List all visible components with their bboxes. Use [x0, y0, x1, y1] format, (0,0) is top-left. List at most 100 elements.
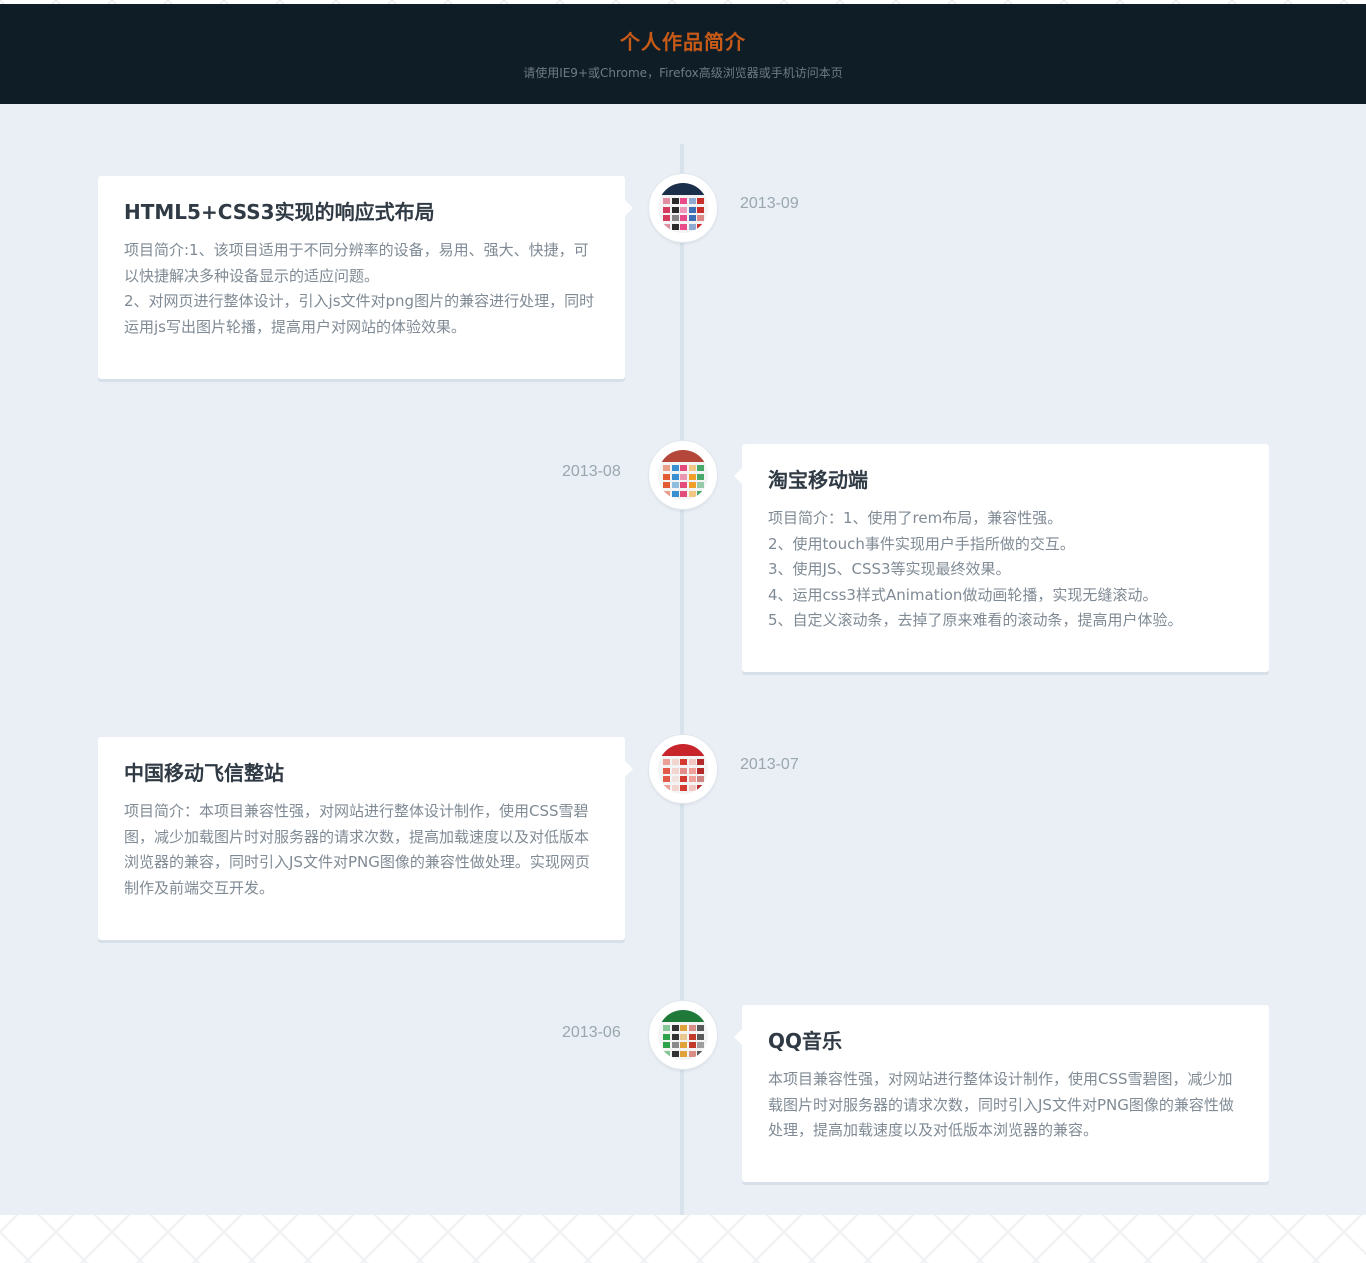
thumbnail-tile — [697, 767, 704, 774]
project-desc-3: 项目简介：本项目兼容性强，对网站进行整体设计制作，使用CSS雪碧图，减少加载图片… — [124, 802, 590, 897]
thumbnail-tile — [671, 776, 679, 782]
thumbnail-tile — [671, 465, 679, 471]
thumbnail-tile — [688, 482, 696, 488]
thumbnail-tile — [663, 473, 670, 480]
thumbnail-tile — [688, 215, 696, 221]
thumbnail-tile — [697, 490, 704, 497]
thumbnail-tile — [688, 1025, 696, 1031]
thumbnail-tile — [671, 206, 679, 213]
thumbnail-tile — [663, 1025, 670, 1031]
page-subtitle: 请使用IE9+或Chrome，Firefox高级浏览器或手机访问本页 — [523, 66, 843, 80]
thumbnail-tile — [671, 1033, 679, 1040]
thumbnail-tile — [671, 215, 679, 221]
thumbnail-banner — [658, 1010, 708, 1022]
project-card-1[interactable]: HTML5+CSS3实现的响应式布局 项目简介:1、该项目适用于不同分辨率的设备… — [98, 176, 633, 379]
thumbnail-tile — [671, 784, 679, 791]
project-image-3 — [658, 744, 708, 794]
thumbnail-tile — [663, 767, 670, 774]
thumbnail-tile — [663, 1033, 670, 1040]
project-card-3[interactable]: 中国移动飞信整站 项目简介：本项目兼容性强，对网站进行整体设计制作，使用CSS雪… — [98, 737, 633, 940]
project-date-3: 2013-07 — [740, 756, 799, 773]
project-image-2 — [658, 450, 708, 500]
thumbnail-tile — [663, 482, 670, 488]
thumbnail-tile — [680, 490, 687, 497]
thumbnail-tile — [663, 198, 670, 204]
project-desc-2-line-4: 4、运用css3样式Animation做动画轮播，实现无缝滚动。 — [768, 585, 1158, 604]
project-thumbnail-2[interactable] — [649, 441, 717, 509]
thumbnail-tile — [680, 1033, 687, 1040]
thumbnail-tile — [688, 206, 696, 213]
thumbnail-tile — [680, 1042, 687, 1048]
page-title: 个人作品简介 — [620, 30, 746, 54]
project-thumbnail-4[interactable] — [649, 1001, 717, 1069]
thumbnail-tile — [697, 776, 704, 782]
thumbnail-tile — [663, 776, 670, 782]
thumbnail-tile — [680, 482, 687, 488]
thumbnail-tile — [671, 223, 679, 230]
timeline-section: 2013-09 HTML5+CSS3实现的响应式布局 项目简介:1、该项目适用于… — [0, 104, 1366, 1215]
thumbnail-tile — [688, 1042, 696, 1048]
project-image-1 — [658, 183, 708, 233]
thumbnail-tile — [688, 784, 696, 791]
thumbnail-tile — [697, 465, 704, 471]
thumbnail-tile — [663, 1050, 670, 1057]
thumbnail-tile — [697, 1042, 704, 1048]
project-thumbnail-3[interactable] — [649, 735, 717, 803]
thumbnail-tile — [671, 1042, 679, 1048]
project-desc-4: 本项目兼容性强，对网站进行整体设计制作，使用CSS雪碧图，减少加载图片时对服务器… — [768, 1070, 1234, 1140]
project-title-4: QQ音乐 — [768, 1029, 843, 1053]
project-image-4 — [658, 1010, 708, 1060]
thumbnail-tile — [697, 759, 704, 765]
project-title-1: HTML5+CSS3实现的响应式布局 — [124, 200, 435, 224]
thumbnail-tile — [697, 1033, 704, 1040]
thumbnail-tile — [697, 473, 704, 480]
thumbnail-tile — [663, 215, 670, 221]
project-card-2[interactable]: 淘宝移动端 项目简介：1、使用了rem布局，兼容性强。 2、使用touch事件实… — [734, 444, 1269, 672]
thumbnail-tile — [697, 198, 704, 204]
project-desc-2-line-2: 2、使用touch事件实现用户手指所做的交互。 — [768, 534, 1075, 553]
thumbnail-tile — [680, 1050, 687, 1057]
project-date-1: 2013-09 — [740, 195, 799, 212]
thumbnail-tile — [680, 215, 687, 221]
thumbnail-tile — [663, 1042, 670, 1048]
project-title-3: 中国移动飞信整站 — [124, 761, 284, 785]
thumbnail-tile — [671, 490, 679, 497]
thumbnail-tile — [697, 206, 704, 213]
thumbnail-tile — [680, 784, 687, 791]
thumbnail-banner — [658, 183, 708, 195]
project-title-2: 淘宝移动端 — [768, 468, 868, 492]
page-header: 个人作品简介 请使用IE9+或Chrome，Firefox高级浏览器或手机访问本… — [0, 4, 1366, 104]
thumbnail-tile — [671, 759, 679, 765]
thumbnail-banner — [658, 450, 708, 462]
thumbnail-tile — [697, 1025, 704, 1031]
project-date-2: 2013-08 — [562, 463, 621, 480]
thumbnail-tile — [697, 1050, 704, 1057]
project-desc-2-line-3: 3、使用JS、CSS3等实现最终效果。 — [768, 560, 1011, 579]
thumbnail-tile — [688, 759, 696, 765]
thumbnail-tile — [671, 1025, 679, 1031]
thumbnail-tile — [688, 767, 696, 774]
thumbnail-tile — [663, 759, 670, 765]
thumbnail-tile — [663, 223, 670, 230]
thumbnail-tile — [688, 465, 696, 471]
thumbnail-tile — [671, 1050, 679, 1057]
project-card-4[interactable]: QQ音乐 本项目兼容性强，对网站进行整体设计制作，使用CSS雪碧图，减少加载图片… — [734, 1005, 1269, 1182]
thumbnail-tile — [680, 759, 687, 765]
thumbnail-tile — [680, 767, 687, 774]
thumbnail-tile — [688, 1033, 696, 1040]
thumbnail-tile — [680, 198, 687, 204]
thumbnail-tile — [671, 482, 679, 488]
thumbnail-tile — [680, 1025, 687, 1031]
thumbnail-tile — [688, 473, 696, 480]
thumbnail-tile — [697, 223, 704, 230]
thumbnail-tile — [663, 490, 670, 497]
thumbnail-tile — [663, 206, 670, 213]
project-desc-1-line-2: 2、对网页进行整体设计，引入js文件对png图片的兼容进行处理，同时运用js写出… — [124, 292, 595, 336]
project-thumbnail-1[interactable] — [649, 174, 717, 242]
thumbnail-tile — [688, 1050, 696, 1057]
thumbnail-tile — [663, 784, 670, 791]
thumbnail-tile — [663, 465, 670, 471]
thumbnail-tile — [671, 473, 679, 480]
thumbnail-tile — [697, 482, 704, 488]
thumbnail-tile — [688, 776, 696, 782]
